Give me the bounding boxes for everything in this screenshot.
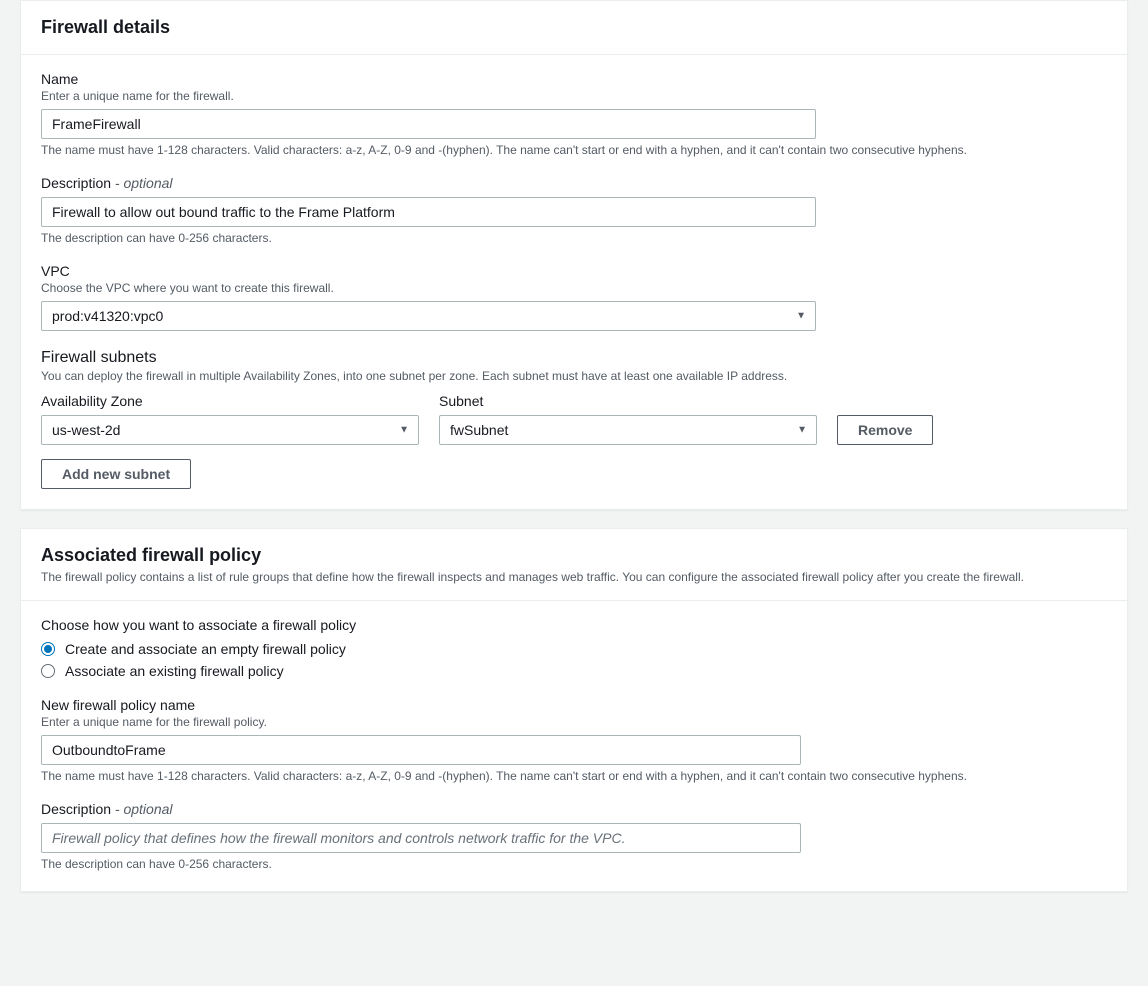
- associated-policy-body: Choose how you want to associate a firew…: [21, 601, 1127, 891]
- vpc-group: VPC Choose the VPC where you want to cre…: [41, 263, 1107, 331]
- name-input[interactable]: [41, 109, 816, 139]
- policy-description-group: Description - optional The description c…: [41, 801, 1107, 871]
- add-new-subnet-button[interactable]: Add new subnet: [41, 459, 191, 489]
- policy-description-label: Description - optional: [41, 801, 1107, 817]
- subnet-row: Availability Zone us-west-2d ▼ Subnet fw…: [41, 393, 1107, 445]
- firewall-details-header: Firewall details: [21, 1, 1127, 55]
- policy-choice-group: Choose how you want to associate a firew…: [41, 617, 1107, 679]
- associated-policy-header: Associated firewall policy The firewall …: [21, 529, 1127, 601]
- description-input[interactable]: [41, 197, 816, 227]
- subnet-label: Subnet: [439, 393, 817, 409]
- vpc-select[interactable]: prod:v41320:vpc0: [41, 301, 816, 331]
- vpc-label: VPC: [41, 263, 1107, 279]
- subnets-sub: You can deploy the firewall in multiple …: [41, 369, 1107, 383]
- vpc-select-wrap: prod:v41320:vpc0 ▼: [41, 301, 816, 331]
- radio-icon: [41, 642, 55, 656]
- name-hint: The name must have 1-128 characters. Val…: [41, 143, 1107, 157]
- az-col: Availability Zone us-west-2d ▼: [41, 393, 419, 445]
- subnet-col: Subnet fwSubnet ▼: [439, 393, 817, 445]
- subnets-group: Firewall subnets You can deploy the fire…: [41, 349, 1107, 489]
- subnet-select-wrap: fwSubnet ▼: [439, 415, 817, 445]
- name-label: Name: [41, 71, 1107, 87]
- policy-radio-existing[interactable]: Associate an existing firewall policy: [41, 663, 1107, 679]
- remove-subnet-button[interactable]: Remove: [837, 415, 933, 445]
- az-select[interactable]: us-west-2d: [41, 415, 419, 445]
- description-hint: The description can have 0-256 character…: [41, 231, 1107, 245]
- description-optional: - optional: [111, 175, 172, 191]
- description-label-text: Description: [41, 175, 111, 191]
- policy-radio-existing-label: Associate an existing firewall policy: [65, 663, 284, 679]
- vpc-sublabel: Choose the VPC where you want to create …: [41, 281, 1107, 295]
- policy-name-sub: Enter a unique name for the firewall pol…: [41, 715, 1107, 729]
- policy-radio-create-label: Create and associate an empty firewall p…: [65, 641, 346, 657]
- description-group: Description - optional The description c…: [41, 175, 1107, 245]
- az-select-wrap: us-west-2d ▼: [41, 415, 419, 445]
- az-label: Availability Zone: [41, 393, 419, 409]
- name-sublabel: Enter a unique name for the firewall.: [41, 89, 1107, 103]
- policy-name-label: New firewall policy name: [41, 697, 1107, 713]
- associated-policy-desc: The firewall policy contains a list of r…: [41, 570, 1107, 584]
- policy-radio-create[interactable]: Create and associate an empty firewall p…: [41, 641, 1107, 657]
- subnets-title: Firewall subnets: [41, 349, 1107, 367]
- associated-policy-panel: Associated firewall policy The firewall …: [20, 528, 1128, 892]
- radio-icon: [41, 664, 55, 678]
- policy-name-hint: The name must have 1-128 characters. Val…: [41, 769, 1107, 783]
- policy-radio-group: Create and associate an empty firewall p…: [41, 641, 1107, 679]
- firewall-details-panel: Firewall details Name Enter a unique nam…: [20, 0, 1128, 510]
- firewall-details-body: Name Enter a unique name for the firewal…: [21, 55, 1127, 509]
- remove-col: Remove: [837, 415, 933, 445]
- description-label: Description - optional: [41, 175, 1107, 191]
- policy-choice-label: Choose how you want to associate a firew…: [41, 617, 1107, 633]
- policy-description-optional: - optional: [111, 801, 172, 817]
- policy-description-input[interactable]: [41, 823, 801, 853]
- firewall-details-title: Firewall details: [41, 17, 1107, 38]
- name-group: Name Enter a unique name for the firewal…: [41, 71, 1107, 157]
- associated-policy-title: Associated firewall policy: [41, 545, 1107, 566]
- subnet-select[interactable]: fwSubnet: [439, 415, 817, 445]
- policy-description-hint: The description can have 0-256 character…: [41, 857, 1107, 871]
- policy-name-input[interactable]: [41, 735, 801, 765]
- policy-description-label-text: Description: [41, 801, 111, 817]
- policy-name-group: New firewall policy name Enter a unique …: [41, 697, 1107, 783]
